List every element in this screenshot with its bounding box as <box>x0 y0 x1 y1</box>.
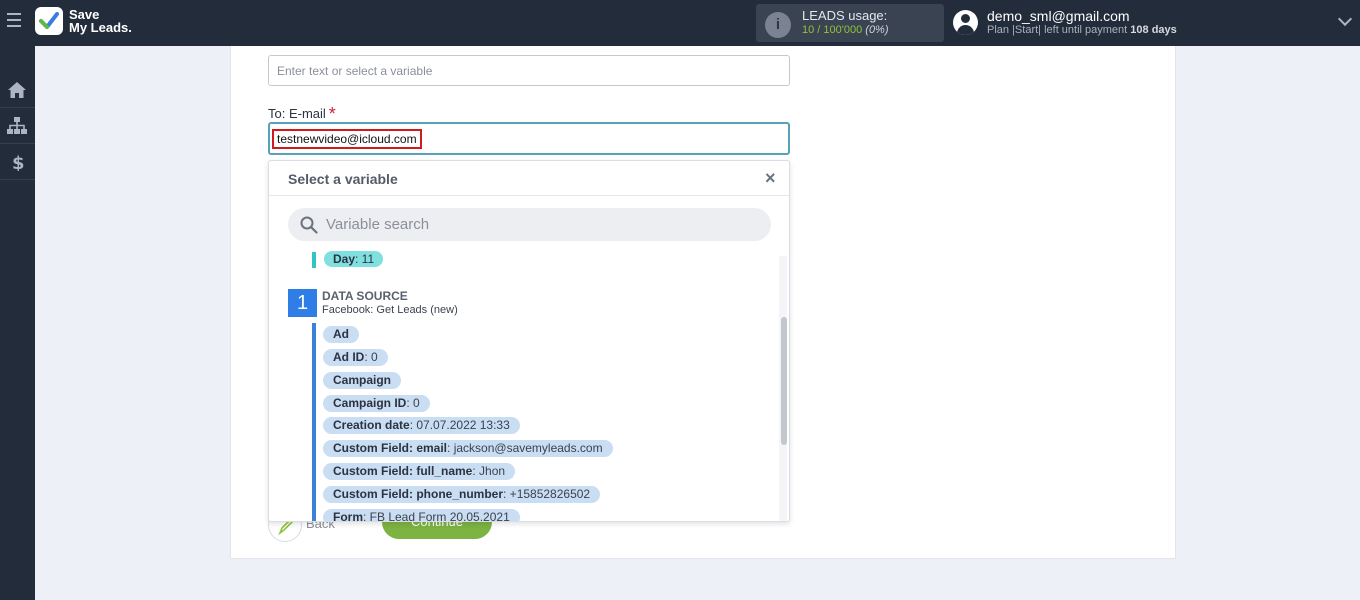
search-placeholder: Variable search <box>326 216 430 233</box>
to-email-label-text: To: E-mail <box>268 106 326 121</box>
close-icon[interactable]: × <box>765 168 776 189</box>
variable-value: : FB Lead Form 20.05.2021 <box>363 510 510 522</box>
variable-chip[interactable]: Custom Field: email: jackson@savemyleads… <box>323 440 613 457</box>
home-icon <box>8 82 26 98</box>
menu-icon[interactable] <box>7 13 25 31</box>
usage-percent: (0%) <box>865 24 889 36</box>
plan-info: Plan |Start| left until payment 108 days <box>987 24 1177 36</box>
search-icon <box>300 216 318 234</box>
variable-value: : 07.07.2022 13:33 <box>409 418 510 432</box>
logo-line2: My Leads. <box>69 20 132 35</box>
variable-value: : 0 <box>364 350 378 364</box>
variable-value: : 0 <box>406 396 420 410</box>
usage-count: 10 / 100'000 <box>802 24 863 36</box>
logo-text[interactable]: Save My Leads. <box>69 8 132 34</box>
variable-chip[interactable]: Campaign <box>323 372 402 389</box>
variable-key: Ad <box>333 327 349 341</box>
variable-search-input[interactable]: Variable search <box>288 208 771 241</box>
variable-chip[interactable]: Creation date: 07.07.2022 13:33 <box>323 417 520 434</box>
to-email-label: To: E-mail * <box>268 102 336 124</box>
variable-key: Form <box>333 510 363 522</box>
source-bar <box>312 323 316 521</box>
dropdown-header: Select a variable × <box>269 161 789 196</box>
variable-key: Custom Field: phone_number <box>333 487 504 501</box>
variable-chip[interactable]: Ad ID: 0 <box>323 349 388 366</box>
variable-value: : 11 <box>355 252 375 266</box>
variable-chip[interactable]: Ad <box>323 326 359 343</box>
variable-value: : +15852826502 <box>503 487 591 501</box>
sitemap-icon <box>7 117 27 134</box>
variable-list: Day: 11 1 DATA SOURCE Facebook: Get Lead… <box>269 249 789 522</box>
dropdown-title: Select a variable <box>288 171 398 187</box>
required-mark: * <box>328 104 336 124</box>
variable-value: : Jhon <box>472 464 506 478</box>
chevron-down-icon[interactable] <box>1337 11 1353 27</box>
sidebar: $ <box>0 46 35 600</box>
variable-chip[interactable]: Form: FB Lead Form 20.05.2021 <box>323 509 520 522</box>
variable-chip[interactable]: Campaign ID: 0 <box>323 395 430 412</box>
email-value[interactable]: testnewvideo@icloud.com <box>272 129 422 149</box>
scrollbar-thumb[interactable] <box>781 317 787 445</box>
dollar-icon: $ <box>12 153 25 171</box>
text-input-placeholder: Enter text or select a variable <box>277 64 433 78</box>
leads-usage-box: i LEADS usage: 10 / 100'000 (0%) <box>756 4 944 42</box>
to-email-field[interactable]: testnewvideo@icloud.com <box>268 122 790 155</box>
svg-text:$: $ <box>12 153 25 171</box>
usage-value: 10 / 100'000 (0%) <box>802 24 889 36</box>
user-email[interactable]: demo_sml@gmail.com <box>987 8 1130 24</box>
variable-key: Ad ID <box>333 350 365 364</box>
source-number-badge: 1 <box>288 289 317 317</box>
variable-dropdown: Select a variable × Variable search Day:… <box>268 160 790 522</box>
source-title: DATA SOURCE <box>322 289 408 303</box>
variable-chip-day[interactable]: Day: 11 <box>324 251 384 267</box>
plan-days: 108 days <box>1130 24 1177 36</box>
sidebar-item-billing[interactable]: $ <box>0 144 35 180</box>
text-variable-input[interactable]: Enter text or select a variable <box>268 55 790 86</box>
variable-key: Campaign <box>333 373 392 387</box>
plan-prefix: Plan |Start| left until payment <box>987 24 1131 36</box>
variable-chip[interactable]: Custom Field: phone_number: +15852826502 <box>323 486 601 503</box>
source-subtitle: Facebook: Get Leads (new) <box>322 304 458 316</box>
variable-key: Creation date <box>333 418 410 432</box>
variable-key: Campaign ID <box>333 396 407 410</box>
variable-key: Custom Field: email <box>333 441 448 455</box>
user-avatar-icon[interactable] <box>953 10 978 35</box>
sidebar-item-sitemap[interactable] <box>0 108 35 144</box>
sidebar-item-home[interactable] <box>0 72 35 108</box>
info-icon: i <box>765 12 791 38</box>
variable-chip[interactable]: Custom Field: full_name: Jhon <box>323 463 516 480</box>
top-bar: Save My Leads. i LEADS usage: 10 / 100'0… <box>0 0 1360 46</box>
usage-title: LEADS usage: <box>802 8 888 23</box>
variable-value: : jackson@savemyleads.com <box>447 441 603 455</box>
variable-key: Day <box>333 252 356 266</box>
logo-icon[interactable] <box>35 7 63 35</box>
prev-source-bar <box>312 252 316 268</box>
variable-key: Custom Field: full_name <box>333 464 473 478</box>
